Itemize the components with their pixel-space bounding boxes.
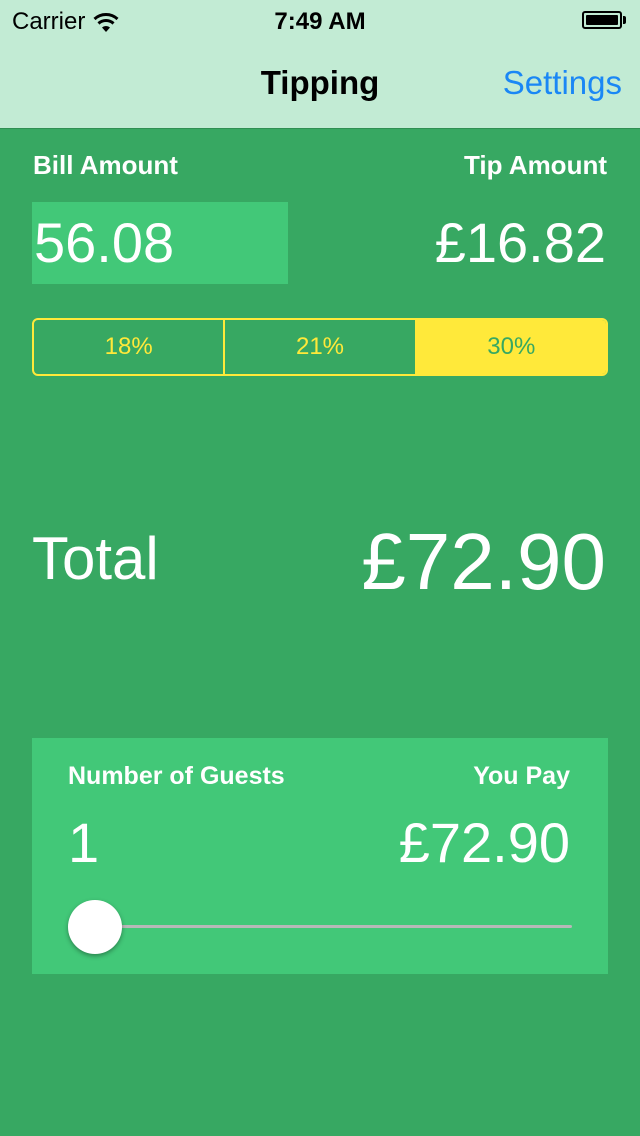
tip-option-30[interactable]: 30% <box>414 320 606 374</box>
battery-icon <box>582 10 628 30</box>
tip-option-21[interactable]: 21% <box>223 320 414 374</box>
you-pay-value: £72.90 <box>398 811 570 874</box>
total-value: £72.90 <box>361 517 606 606</box>
slider-thumb[interactable] <box>68 900 122 954</box>
bill-amount-input[interactable]: 56.08 <box>32 202 288 284</box>
tip-percentage-control: 18% 21% 30% <box>32 318 608 376</box>
guests-slider[interactable] <box>68 898 572 954</box>
split-panel: Number of Guests You Pay 1 £72.90 <box>32 738 608 974</box>
bill-amount-label: Bill Amount <box>33 150 178 180</box>
guest-count: 1 <box>68 811 100 874</box>
tip-amount-label: Tip Amount <box>464 150 607 180</box>
you-pay-label: You Pay <box>473 762 570 790</box>
tip-option-18[interactable]: 18% <box>34 320 223 374</box>
total-label: Total <box>32 525 159 592</box>
slider-track <box>68 925 572 928</box>
settings-button[interactable]: Settings <box>503 64 622 102</box>
navigation-bar: Carrier 7:49 AM Tipping Settings <box>0 0 640 129</box>
status-time: 7:49 AM <box>274 8 366 35</box>
tip-amount-value: £16.82 <box>434 211 606 274</box>
guests-label: Number of Guests <box>68 762 285 790</box>
